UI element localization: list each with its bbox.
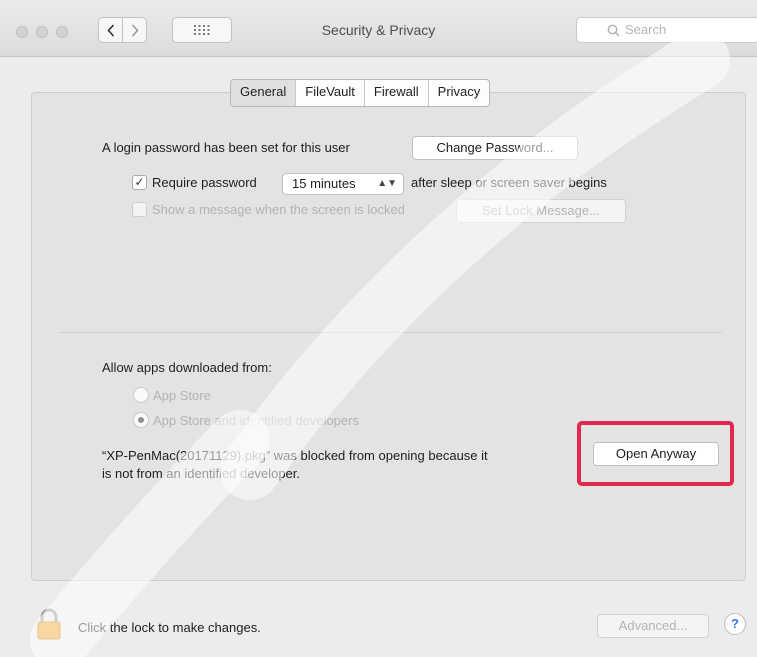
window-toolbar: Security & Privacy Search bbox=[0, 0, 757, 57]
checkmark-icon: ✓ bbox=[134, 175, 145, 189]
identified-developers-radio[interactable] bbox=[133, 412, 149, 428]
help-button[interactable]: ? bbox=[724, 613, 746, 635]
password-delay-select[interactable]: 15 minutes ▲▼ bbox=[282, 173, 404, 195]
require-password-label: Require password bbox=[152, 175, 257, 190]
tab-filevault[interactable]: FileVault bbox=[295, 80, 364, 106]
section-divider bbox=[58, 332, 722, 333]
lock-instruction-text: Click the lock to make changes. bbox=[78, 620, 261, 635]
app-store-label: App Store bbox=[153, 388, 211, 403]
search-field[interactable]: Search bbox=[576, 17, 757, 43]
security-privacy-window: Security & Privacy Search General FileVa… bbox=[0, 0, 757, 657]
search-placeholder: Search bbox=[625, 22, 667, 37]
change-password-button[interactable]: Change Password... bbox=[412, 136, 578, 160]
radio-selected-dot bbox=[138, 417, 144, 423]
tab-bar: General FileVault Firewall Privacy bbox=[230, 79, 491, 107]
search-icon bbox=[607, 24, 620, 37]
password-set-text: A login password has been set for this u… bbox=[102, 140, 350, 155]
tab-privacy[interactable]: Privacy bbox=[427, 80, 490, 106]
tab-panel bbox=[31, 92, 746, 581]
lock-icon[interactable] bbox=[36, 608, 62, 640]
show-message-checkbox[interactable] bbox=[132, 202, 147, 217]
updown-arrows-icon: ▲▼ bbox=[377, 178, 397, 189]
blocked-message-line2: is not from an identified developer. bbox=[102, 466, 301, 481]
open-anyway-highlight bbox=[577, 421, 734, 486]
tab-general[interactable]: General bbox=[231, 80, 296, 106]
advanced-button[interactable]: Advanced... bbox=[597, 614, 709, 638]
set-lock-message-button[interactable]: Set Lock Message... bbox=[456, 199, 626, 223]
after-sleep-text: after sleep or screen saver begins bbox=[411, 175, 607, 190]
blocked-message-line1: “XP-PenMac(20171129).pkg” was blocked fr… bbox=[102, 448, 488, 463]
password-delay-value: 15 minutes bbox=[292, 176, 356, 191]
require-password-checkbox[interactable]: ✓ bbox=[132, 175, 147, 190]
show-message-label: Show a message when the screen is locked bbox=[152, 202, 405, 217]
tab-firewall[interactable]: Firewall bbox=[363, 80, 428, 106]
allow-apps-heading: Allow apps downloaded from: bbox=[102, 360, 272, 375]
app-store-radio[interactable] bbox=[133, 387, 149, 403]
identified-developers-label: App Store and identified developers bbox=[153, 413, 359, 428]
